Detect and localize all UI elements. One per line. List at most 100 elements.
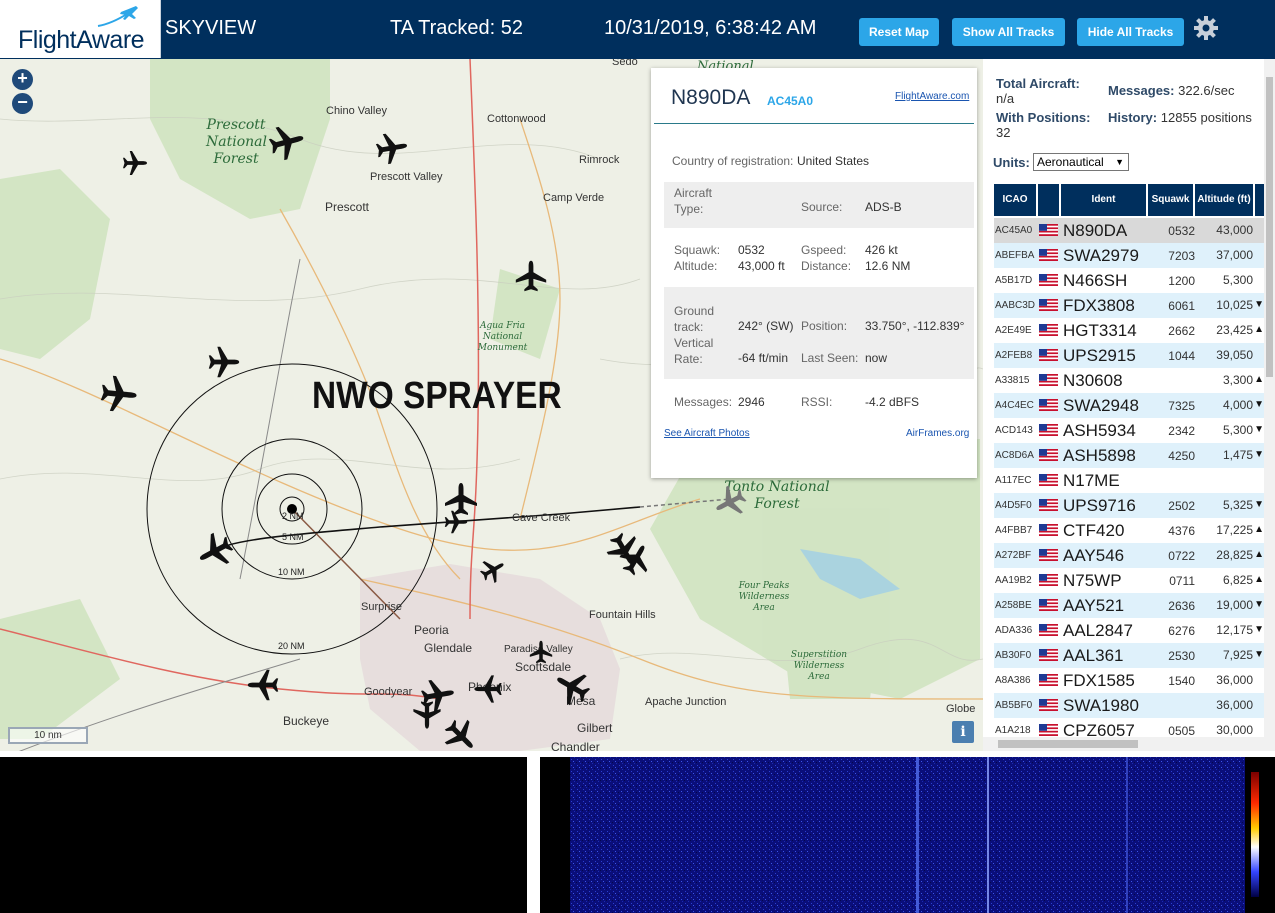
table-row[interactable]: A2FEB8 UPS2915 1044 39,050 (994, 343, 1264, 368)
table-row[interactable]: A33815 N30608 3,300 ▲ (994, 368, 1264, 393)
us-flag-icon (1039, 699, 1058, 711)
table-row[interactable]: A258BE AAY521 2636 19,000 ▼ (994, 593, 1264, 618)
us-flag-icon (1039, 574, 1058, 586)
aircraft-photos-link[interactable]: See Aircraft Photos (664, 428, 750, 439)
aircraft-marker[interactable] (529, 640, 553, 664)
reset-map-button[interactable]: Reset Map (859, 18, 939, 46)
aircraft-table: ICAO Ident Squawk Altitude (ft) AC45A0 N8… (994, 184, 1264, 737)
us-flag-icon (1039, 624, 1058, 636)
scale-bar: 10 nm (8, 727, 88, 744)
table-row[interactable]: A4FBB7 CTF420 4376 17,225 ▲ (994, 518, 1264, 543)
table-row[interactable]: ADA336 AAL2847 6276 12,175 ▼ (994, 618, 1264, 643)
icao-cell: A8A386 (995, 675, 1031, 686)
signal-panel (0, 757, 527, 913)
aircraft-marker[interactable] (438, 713, 484, 751)
aircraft-marker[interactable] (247, 669, 279, 701)
selected-callsign: N890DA (671, 86, 751, 109)
us-flag-icon (1039, 549, 1058, 561)
vertical-scrollbar[interactable] (1264, 59, 1275, 751)
flightaware-logo[interactable]: FlightAware (0, 0, 161, 58)
distance-label: Distance: (801, 259, 852, 273)
us-flag-icon (1039, 524, 1058, 536)
aircraft-marker[interactable] (515, 260, 547, 292)
altitude-trend-icon: ▼ (1254, 624, 1264, 635)
airframes-link[interactable]: AirFrames.org (906, 428, 969, 439)
table-row[interactable]: A8A386 FDX1585 1540 36,000 (994, 668, 1264, 693)
us-flag-icon (1039, 649, 1058, 661)
ident-cell: CTF420 (1063, 521, 1125, 540)
vrate-value: -64 ft/min (738, 351, 789, 365)
icao-cell: A1A218 (995, 725, 1031, 736)
aircraft-marker[interactable] (192, 528, 238, 574)
col-more (1255, 184, 1264, 216)
altitude-cell: 23,425 (1216, 323, 1253, 337)
us-flag-icon (1039, 674, 1058, 686)
icao-cell: AB30F0 (995, 650, 1032, 661)
table-row[interactable]: AB5BF0 SWA1980 36,000 (994, 693, 1264, 718)
aircraft-marker[interactable] (374, 130, 410, 166)
aircraft-marker[interactable] (474, 675, 502, 703)
table-row[interactable]: ACD143 ASH5934 2342 5,300 ▼ (994, 418, 1264, 443)
with-positions-stat: With Positions: (996, 110, 1091, 125)
source-value: ADS-B (865, 200, 902, 214)
show-all-tracks-button[interactable]: Show All Tracks (952, 18, 1065, 46)
squawk-cell: 7325 (1168, 399, 1195, 413)
scrollbar-thumb[interactable] (998, 740, 1138, 748)
total-aircraft-value: n/a (996, 91, 1015, 106)
col-squawk[interactable]: Squawk (1148, 184, 1195, 216)
table-row[interactable]: ABEFBA SWA2979 7203 37,000 (994, 243, 1264, 268)
scrollbar-thumb[interactable] (1266, 77, 1273, 377)
selected-aircraft-ghost-marker[interactable] (709, 481, 751, 523)
col-icao[interactable]: ICAO (994, 184, 1038, 216)
altitude-cell: 10,025 (1216, 298, 1253, 312)
country-value: United States (797, 154, 870, 168)
squawk-cell: 1044 (1168, 349, 1195, 363)
aircraft-marker[interactable] (266, 121, 308, 163)
info-icon[interactable]: i (952, 721, 974, 743)
table-row[interactable]: AC8D6A ASH5898 4250 1,475 ▼ (994, 443, 1264, 468)
aircraft-marker[interactable] (208, 346, 240, 378)
ta-tracked-count: TA Tracked: 52 (390, 17, 524, 39)
squawk-cell: 2530 (1168, 649, 1195, 663)
icao-cell: A33815 (995, 375, 1030, 386)
table-row[interactable]: A4D5F0 UPS9716 2502 5,325 ▼ (994, 493, 1264, 518)
squawk-cell: 1200 (1168, 274, 1195, 288)
table-row[interactable]: AABC3D FDX3808 6061 10,025 ▼ (994, 293, 1264, 318)
hide-all-tracks-button[interactable]: Hide All Tracks (1077, 18, 1184, 46)
table-row[interactable]: AB30F0 AAL361 2530 7,925 ▼ (994, 643, 1264, 668)
aircraft-marker[interactable] (549, 664, 595, 710)
altitude-trend-icon: ▲ (1254, 324, 1264, 335)
aircraft-marker[interactable] (123, 151, 147, 175)
units-select[interactable]: Aeronautical ▼ (1033, 153, 1129, 171)
table-row[interactable]: A2E49E HGT3314 2662 23,425 ▲ (994, 318, 1264, 343)
squawk-cell: 2502 (1168, 499, 1195, 513)
units-select-value: Aeronautical (1037, 155, 1104, 169)
col-flag[interactable] (1038, 184, 1061, 216)
gear-icon[interactable] (1193, 15, 1219, 41)
altitude-trend-icon: ▲ (1254, 524, 1264, 535)
flightaware-link[interactable]: FlightAware.com (895, 91, 969, 102)
aircraft-marker[interactable] (445, 483, 477, 515)
table-row[interactable]: A117EC N17ME (994, 468, 1264, 493)
col-altitude[interactable]: Altitude (ft) (1195, 184, 1255, 216)
table-row[interactable]: A1A218 CPZ6057 0505 30,000 (994, 718, 1264, 737)
aircraft-marker[interactable] (476, 553, 510, 587)
squawk-cell: 6061 (1168, 299, 1195, 313)
altitude-cell: 36,000 (1216, 673, 1253, 687)
table-row[interactable]: AA19B2 N75WP 0711 6,825 ▲ (994, 568, 1264, 593)
horizontal-scrollbar[interactable] (983, 737, 1275, 751)
app-title: SKYVIEW (165, 17, 257, 39)
table-row[interactable]: A4C4EC SWA2948 7325 4,000 ▼ (994, 393, 1264, 418)
squawk-value: 0532 (738, 243, 765, 257)
table-row[interactable]: A272BF AAY546 0722 28,825 ▲ (994, 543, 1264, 568)
table-row[interactable]: AC45A0 N890DA 0532 43,000 (994, 218, 1264, 243)
us-flag-icon (1039, 599, 1058, 611)
col-ident[interactable]: Ident (1061, 184, 1148, 216)
icao-cell: ABEFBA (995, 250, 1035, 261)
bottom-panels (0, 751, 1275, 913)
altitude-cell: 5,325 (1222, 498, 1253, 512)
table-row[interactable]: A5B17D N466SH 1200 5,300 (994, 268, 1264, 293)
us-flag-icon (1039, 724, 1058, 736)
aircraft-marker[interactable] (99, 374, 139, 414)
altitude-cell: 7,925 (1222, 648, 1253, 662)
